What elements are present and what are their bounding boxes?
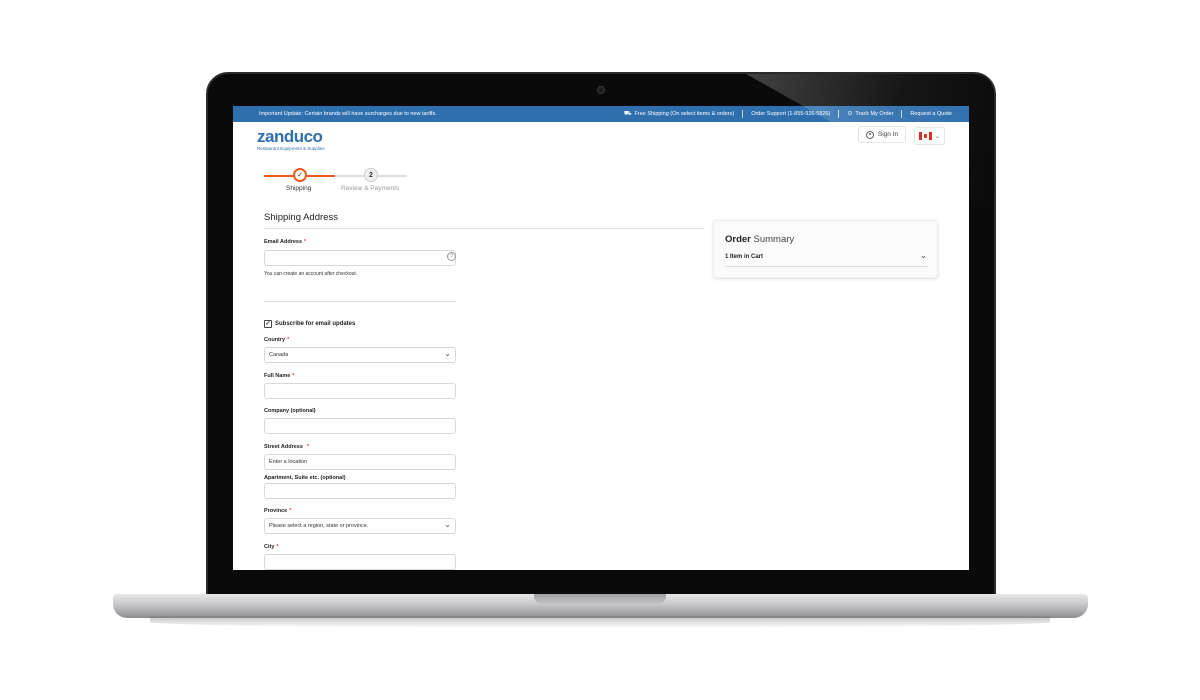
order-support-label: Order Support (1-855-926-5826): [751, 111, 831, 117]
summary-divider: [725, 266, 928, 267]
order-summary-panel: Order Summary 1 Item in Cart ⌄: [713, 220, 938, 278]
truck-icon: ⛟: [623, 111, 632, 117]
country-selector[interactable]: ⌄: [914, 127, 945, 145]
apartment-label: Apartment, Suite etc. (optional): [264, 475, 346, 481]
topbar-links: ⛟ Free Shipping (On select items & order…: [616, 110, 960, 118]
apartment-field[interactable]: [264, 483, 456, 499]
step-review-number: 2: [364, 168, 378, 182]
city-label: City *: [264, 544, 279, 550]
announcement-text: Important Update: Certain brands will ha…: [259, 111, 437, 117]
user-icon: [865, 130, 874, 139]
title-divider: [264, 228, 704, 229]
subscribe-checkbox[interactable]: ✓: [264, 320, 272, 328]
chevron-down-icon[interactable]: ⌄: [920, 251, 927, 260]
subscribe-row[interactable]: ✓ Subscribe for email updates: [264, 320, 355, 328]
province-label: Province *: [264, 508, 292, 514]
logo-tagline: Restaurant Equipment & Supplies: [257, 146, 325, 151]
request-quote-label: Request a Quote: [910, 111, 952, 117]
order-support-link[interactable]: Order Support (1-855-926-5826): [743, 111, 838, 117]
subscribe-label: Subscribe for email updates: [275, 321, 356, 327]
full-name-label: Full Name *: [264, 373, 295, 379]
street-address-field[interactable]: Enter a location: [264, 454, 456, 470]
site-logo[interactable]: zanduco Restaurant Equipment & Supplies: [257, 128, 325, 151]
step-shipping-label: Shipping: [286, 185, 312, 192]
track-order-link[interactable]: ⊙ Track My Order: [839, 111, 901, 117]
step-review-label: Review & Payments: [341, 185, 400, 192]
country-select[interactable]: Canada: [264, 347, 456, 363]
province-select[interactable]: Please select a region, state or provinc…: [264, 518, 456, 534]
canada-flag-icon: [918, 132, 932, 140]
company-field[interactable]: [264, 418, 456, 434]
track-order-label: Track My Order: [855, 111, 894, 117]
page-title: Shipping Address: [264, 212, 338, 223]
order-summary-title: Order Summary: [725, 234, 795, 245]
free-shipping-label: Free Shipping (On select items & orders): [634, 111, 735, 117]
logo-wordmark: zanduco: [257, 127, 323, 146]
cart-items-toggle[interactable]: 1 Item in Cart: [725, 254, 763, 260]
country-label: Country *: [264, 337, 290, 343]
sign-in-label: Sign In: [877, 131, 899, 138]
chevron-down-icon: ⌄: [934, 133, 941, 140]
email-field[interactable]: [264, 250, 456, 266]
email-divider: [264, 301, 456, 302]
company-label: Company (optional): [264, 408, 316, 414]
free-shipping-link[interactable]: ⛟ Free Shipping (On select items & order…: [616, 111, 742, 117]
announcement-bar: Important Update: Certain brands will ha…: [233, 106, 969, 122]
help-icon[interactable]: ?: [447, 252, 456, 261]
camera-icon: [597, 86, 605, 94]
request-quote-link[interactable]: Request a Quote: [902, 111, 960, 117]
email-label: Email Address *: [264, 239, 307, 245]
city-field[interactable]: [264, 554, 456, 570]
site-header: zanduco Restaurant Equipment & Supplies …: [233, 122, 969, 160]
laptop-shadow: [150, 616, 1050, 628]
sign-in-button[interactable]: Sign In: [858, 126, 906, 143]
step-shipping-check-icon: ✓: [293, 168, 307, 182]
location-pin-icon: ⊙: [847, 111, 853, 117]
checkout-steps: ✓ 2 Shipping Review & Payments: [264, 166, 409, 196]
email-hint: You can create an account after checkout…: [264, 271, 358, 277]
browser-screen: Important Update: Certain brands will ha…: [233, 106, 969, 570]
street-address-label: Street Address *: [264, 444, 310, 450]
full-name-field[interactable]: [264, 383, 456, 399]
laptop-notch: [534, 594, 666, 604]
